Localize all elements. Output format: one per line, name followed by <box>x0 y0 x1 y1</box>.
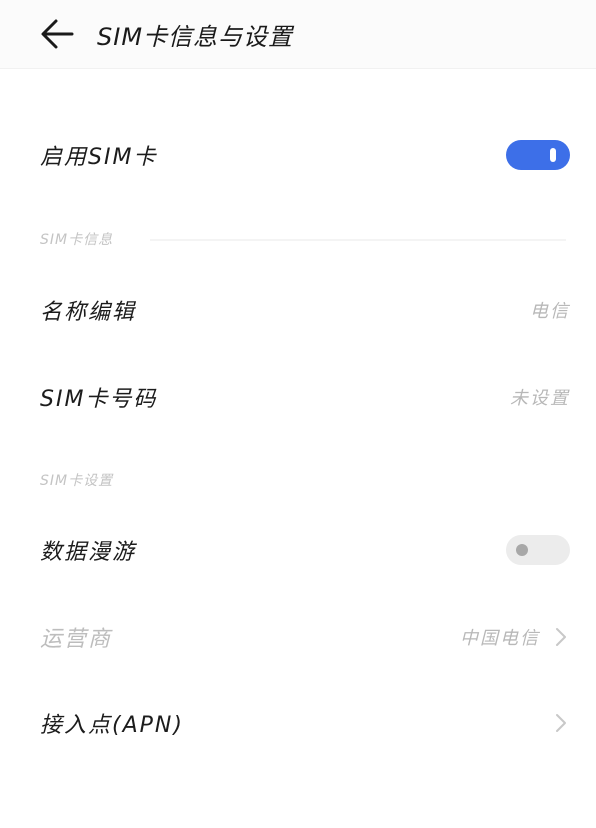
data-roaming-label: 数据漫游 <box>40 540 137 565</box>
data-roaming-toggle[interactable] <box>506 535 570 565</box>
enable-sim-label: 启用SIM卡 <box>40 145 158 170</box>
sim-number-label: SIM卡号码 <box>40 387 158 412</box>
apn-label: 接入点(APN) <box>40 713 184 738</box>
title-bar: SIM卡信息与设置 <box>0 0 596 69</box>
sim-number-value: 未设置 <box>510 388 570 409</box>
toggle-knob <box>516 544 528 556</box>
carrier-label: 运营商 <box>40 627 113 652</box>
back-button[interactable] <box>36 14 78 54</box>
toggle-knob <box>550 148 556 162</box>
arrow-left-icon <box>41 19 74 49</box>
section-header-sim-settings: SIM卡设置 <box>40 473 114 489</box>
apn-row[interactable]: 接入点(APN) <box>0 693 596 753</box>
chevron-right-icon <box>556 714 566 732</box>
section-header-sim-info: SIM卡信息 <box>40 232 114 248</box>
name-edit-row[interactable]: 名称编辑 电信 <box>0 280 596 340</box>
sim-number-row[interactable]: SIM卡号码 未设置 <box>0 367 596 427</box>
enable-sim-row[interactable]: 启用SIM卡 <box>0 125 596 185</box>
carrier-value: 中国电信 <box>460 628 540 649</box>
chevron-right-icon <box>556 628 566 646</box>
name-edit-value: 电信 <box>530 301 570 322</box>
carrier-row: 运营商 中国电信 <box>0 607 596 667</box>
data-roaming-row[interactable]: 数据漫游 <box>0 520 596 580</box>
enable-sim-toggle[interactable] <box>506 140 570 170</box>
name-edit-label: 名称编辑 <box>40 300 137 325</box>
page-title: SIM卡信息与设置 <box>97 23 294 51</box>
section-divider <box>150 239 566 241</box>
